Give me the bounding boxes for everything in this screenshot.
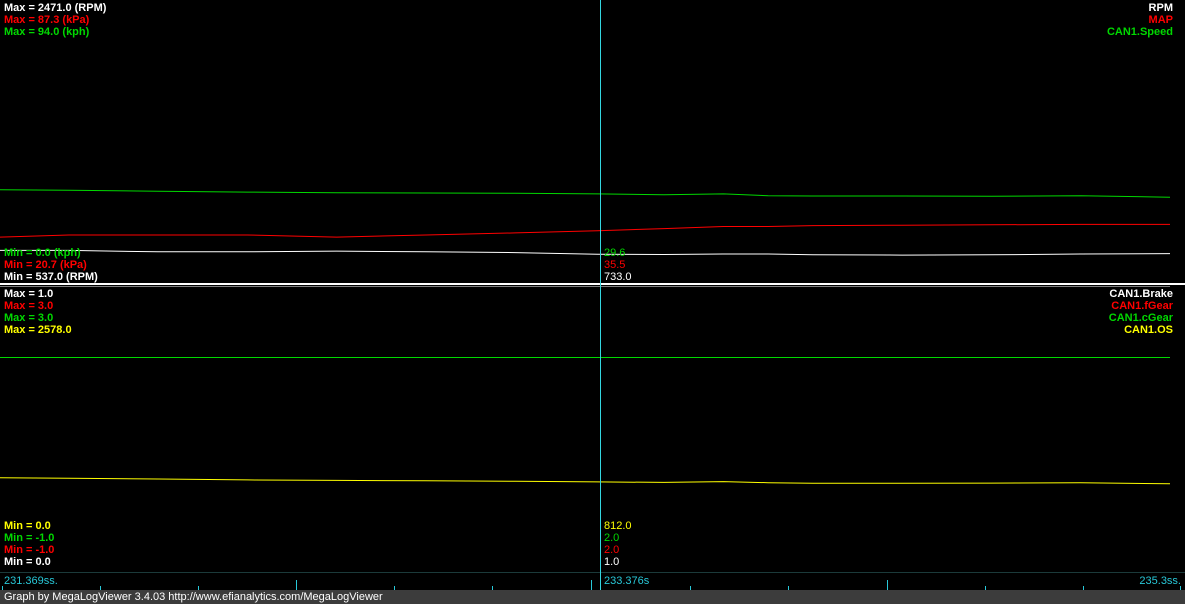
legend-os[interactable]: CAN1.OS	[1124, 324, 1173, 336]
footer-bar: Graph by MegaLogViewer 3.4.03 http://www…	[0, 590, 1185, 604]
time-tick	[394, 586, 395, 590]
time-tick	[2, 586, 3, 590]
footer-credit: Graph by MegaLogViewer 3.4.03 http://www…	[4, 591, 383, 603]
cgear-cursor-value: 2.0	[604, 532, 620, 544]
series-line-can1-os	[0, 477, 1171, 485]
speed-max-label: Max = 94.0 (kph)	[4, 26, 90, 38]
rpm-min-label: Min = 537.0 (RPM)	[4, 271, 98, 283]
speed-min-label: Min = 0.0 (kph)	[4, 247, 81, 259]
series-line-rpm	[0, 249, 1171, 256]
brake-min-label: Min = 0.0	[4, 556, 51, 568]
time-cursor-label: 233.376s	[604, 575, 650, 587]
legend-cgear[interactable]: CAN1.cGear	[1109, 312, 1173, 324]
fgear-max-label: Max = 3.0	[4, 300, 54, 312]
cgear-max-label: Max = 3.0	[4, 312, 54, 324]
top-graph-pane[interactable]: Max = 2471.0 (RPM) Max = 87.3 (kPa) Max …	[0, 0, 1185, 285]
time-tick	[100, 586, 101, 590]
fgear-cursor-value: 2.0	[604, 544, 620, 556]
time-tick	[788, 586, 789, 590]
bottom-graph-plot[interactable]	[0, 286, 1185, 572]
rpm-cursor-value: 733.0	[604, 271, 632, 283]
map-min-label: Min = 20.7 (kPa)	[4, 259, 87, 271]
time-start-label: 231.369ss.	[4, 575, 58, 587]
time-tick	[887, 580, 888, 590]
cgear-min-label: Min = -1.0	[4, 532, 55, 544]
time-tick	[296, 580, 297, 590]
time-cursor-line[interactable]	[600, 0, 601, 590]
series-line-map	[0, 223, 1170, 238]
legend-speed[interactable]: CAN1.Speed	[1107, 26, 1173, 38]
brake-cursor-value: 1.0	[604, 556, 620, 568]
legend-brake[interactable]: CAN1.Brake	[1109, 288, 1173, 300]
top-graph-plot[interactable]	[0, 0, 1185, 283]
time-tick	[591, 580, 592, 590]
os-max-label: Max = 2578.0	[4, 324, 72, 336]
legend-rpm[interactable]: RPM	[1149, 2, 1173, 14]
series-line-can1-speed	[0, 189, 1171, 198]
time-tick	[985, 586, 986, 590]
os-cursor-value: 812.0	[604, 520, 632, 532]
map-max-label: Max = 87.3 (kPa)	[4, 14, 90, 26]
brake-max-label: Max = 1.0	[4, 288, 54, 300]
time-tick	[492, 586, 493, 590]
rpm-max-label: Max = 2471.0 (RPM)	[4, 2, 107, 14]
time-axis-bar[interactable]: 231.369ss. 233.376s 235.3ss.	[0, 572, 1185, 591]
bottom-graph-pane[interactable]: Max = 1.0 Max = 3.0 Max = 3.0 Max = 2578…	[0, 286, 1185, 572]
legend-fgear[interactable]: CAN1.fGear	[1111, 300, 1173, 312]
time-tick	[198, 586, 199, 590]
map-cursor-value: 35.5	[604, 259, 626, 271]
os-min-label: Min = 0.0	[4, 520, 51, 532]
time-tick	[1180, 586, 1181, 590]
fgear-min-label: Min = -1.0	[4, 544, 55, 556]
time-tick	[1083, 586, 1084, 590]
time-end-label: 235.3ss.	[1139, 575, 1181, 587]
legend-map[interactable]: MAP	[1149, 14, 1173, 26]
speed-cursor-value: 29.6	[604, 247, 626, 259]
time-tick	[690, 586, 691, 590]
